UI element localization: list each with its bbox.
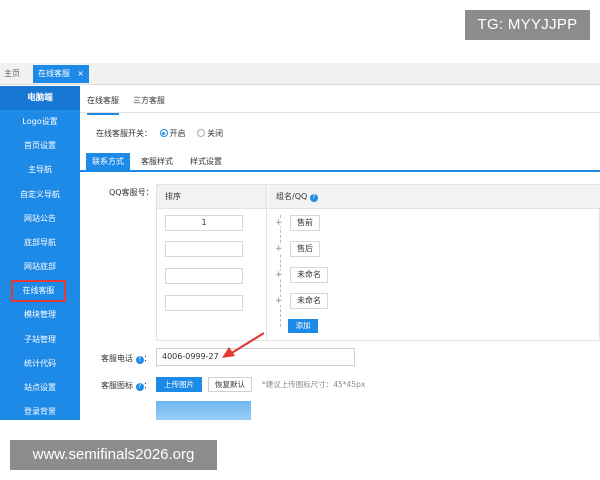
add-group-button[interactable]: 添加 [288,319,318,333]
sidebar-item-home-settings[interactable]: 首页设置 [0,134,80,158]
watermark-bottom: www.semifinals2026.org [10,440,217,470]
upload-image-button[interactable]: 上传图片 [156,377,202,392]
watermark-top: TG: MYYJJPP [465,10,590,40]
sidebar-item-stats-code[interactable]: 统计代码 [0,352,80,376]
page-tab-bar: 主页 在线客服 × [0,63,600,85]
sidebar-item-footer-nav[interactable]: 底部导航 [0,231,80,255]
sort-column: 排序 1 [157,185,267,340]
sidebar-item-online-service[interactable]: 在线客服 [11,280,66,303]
subtab-third-party-service[interactable]: 三方客服 [133,95,165,106]
group-column: 组名/QQ ? + 售前 + 售后 + 未命名 + 未命名 添加 [268,185,600,340]
sidebar-item-login-background[interactable]: 登录背景 [0,400,80,424]
help-icon[interactable]: ? [135,383,144,391]
qq-label: QQ客服号： [109,188,154,197]
main-panel: 在线客服 三方客服 在线客服开关： 开启 关闭 联系方式 客服样式 样式设置 Q… [80,86,600,420]
inner-tab-bar: 联系方式 客服样式 样式设置 [80,153,600,172]
sort-input[interactable] [165,268,243,284]
sidebar: 电脑端 Logo设置 首页设置 主导航 自定义导航 网站公告 底部导航 网站底部… [0,86,80,420]
red-arrow-icon [222,332,265,358]
sidebar-item-logo[interactable]: Logo设置 [0,110,80,134]
plus-icon[interactable]: + [275,271,283,280]
plus-icon[interactable]: + [275,245,283,254]
icon-size-hint: *建议上传图标尺寸：45*45px [262,380,366,389]
phone-label-text: 客服电话 [101,354,133,363]
close-icon[interactable]: × [77,65,84,83]
group-name[interactable]: 售前 [290,215,320,231]
radio-on[interactable] [159,129,168,137]
phone-label: 客服电话 ?： [101,353,152,364]
service-switch-label: 在线客服开关： [96,129,152,138]
radio-on-label[interactable]: 开启 [170,129,186,138]
plus-icon[interactable]: + [275,219,283,228]
tab-online-service[interactable]: 在线客服 × [33,65,89,83]
help-icon[interactable]: ? [135,356,144,364]
sort-header: 排序 [157,185,266,209]
group-header: 组名/QQ ? [268,185,600,209]
service-icon-label: 客服图标 ?： [101,380,152,391]
group-name[interactable]: 售后 [290,241,320,257]
service-switch-row: 在线客服开关： 开启 关闭 [96,128,223,139]
tab-service-style[interactable]: 客服样式 [141,153,173,171]
group-name[interactable]: 未命名 [290,267,328,283]
group-header-label: 组名/QQ [276,192,308,201]
tab-online-service-label: 在线客服 [38,69,70,78]
sort-input[interactable] [165,295,243,311]
group-name[interactable]: 未命名 [290,293,328,309]
sidebar-item-modules[interactable]: 模块管理 [0,303,80,327]
icon-preview-image [156,401,251,420]
restore-default-button[interactable]: 恢复默认 [208,377,252,392]
qq-table: 排序 1 组名/QQ ? + 售前 + 售后 + 未命名 + 未命名 添加 [156,184,600,341]
radio-off-label[interactable]: 关闭 [207,129,223,138]
phone-label-colon: ： [143,354,152,363]
help-icon[interactable]: ? [309,194,318,202]
service-icon-label-colon: ： [143,381,152,390]
sort-input[interactable]: 1 [165,215,243,231]
sidebar-item-main-nav[interactable]: 主导航 [0,158,80,182]
sidebar-item-announcement[interactable]: 网站公告 [0,207,80,231]
sidebar-item-custom-nav[interactable]: 自定义导航 [0,183,80,207]
tab-contact[interactable]: 联系方式 [86,153,130,171]
radio-off[interactable] [197,129,206,137]
sidebar-header[interactable]: 电脑端 [0,86,80,110]
subtab-online-service[interactable]: 在线客服 [87,95,119,115]
subtab-bar: 在线客服 三方客服 [80,86,600,115]
service-icon-label-text: 客服图标 [101,381,133,390]
sidebar-item-site-footer[interactable]: 网站底部 [0,255,80,279]
tab-home[interactable]: 主页 [4,66,20,82]
tab-style-settings[interactable]: 样式设置 [190,153,222,171]
sort-input[interactable] [165,241,243,257]
sidebar-item-substations[interactable]: 子站管理 [0,328,80,352]
sidebar-item-site-settings[interactable]: 站点设置 [0,376,80,400]
plus-icon[interactable]: + [275,297,283,306]
